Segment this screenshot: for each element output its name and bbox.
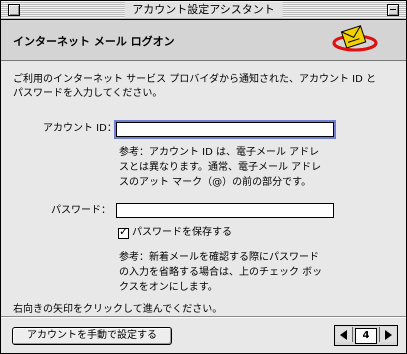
footer-divider (1, 316, 406, 317)
password-note-line-2: の入力を省略する場合は、上のチェック ボッ (119, 267, 323, 278)
page-number: 4 (355, 328, 377, 344)
mail-envelope-icon (332, 25, 378, 52)
account-id-label: アカウント ID： (43, 123, 117, 134)
collapse-box[interactable] (387, 4, 399, 16)
window-title: アカウント設定アシスタント (124, 2, 283, 18)
close-box[interactable] (8, 4, 20, 16)
account-id-note-line-1: 参考：アカウント ID は、電子メール アドレ (119, 147, 320, 158)
password-label: パスワード： (51, 205, 111, 216)
password-note-line-3: クスをオンにします。 (119, 282, 218, 293)
page-navigator: 4 (334, 325, 398, 346)
intro-line-2: パスワードを入力してください。 (13, 88, 163, 99)
save-password-label[interactable]: パスワードを保存する (132, 226, 232, 240)
forward-arrow-icon[interactable] (379, 327, 396, 342)
password-field[interactable] (116, 203, 334, 218)
instruction-text: 右向きの矢印をクリックして進んでください。 (13, 304, 223, 315)
assistant-window: アカウント設定アシスタント インターネット メール ログオン ご利用のインターネ… (0, 0, 407, 354)
page-title: インターネット メール ログオン (13, 35, 175, 48)
page-header: インターネット メール ログオン (1, 20, 406, 61)
account-id-note-line-2: スとは異なります。通常、電子メール アドレ (119, 162, 322, 173)
manual-setup-button[interactable]: アカウントを手動で設定する (12, 327, 172, 345)
back-arrow-icon[interactable] (336, 327, 353, 342)
account-id-field[interactable] (116, 122, 334, 137)
title-bar[interactable]: アカウント設定アシスタント (1, 1, 406, 20)
password-note-line-1: 参考：新着メールを確認する際にパスワード (119, 252, 319, 263)
intro-line-1: ご利用のインターネット サービス プロバイダから通知された、アカウント ID と (13, 74, 376, 85)
account-id-note-line-3: スのアット マーク（@）の前の部分です。 (119, 177, 312, 188)
save-password-checkbox[interactable]: ✓ (118, 225, 129, 239)
checkmark-icon: ✓ (119, 225, 129, 238)
